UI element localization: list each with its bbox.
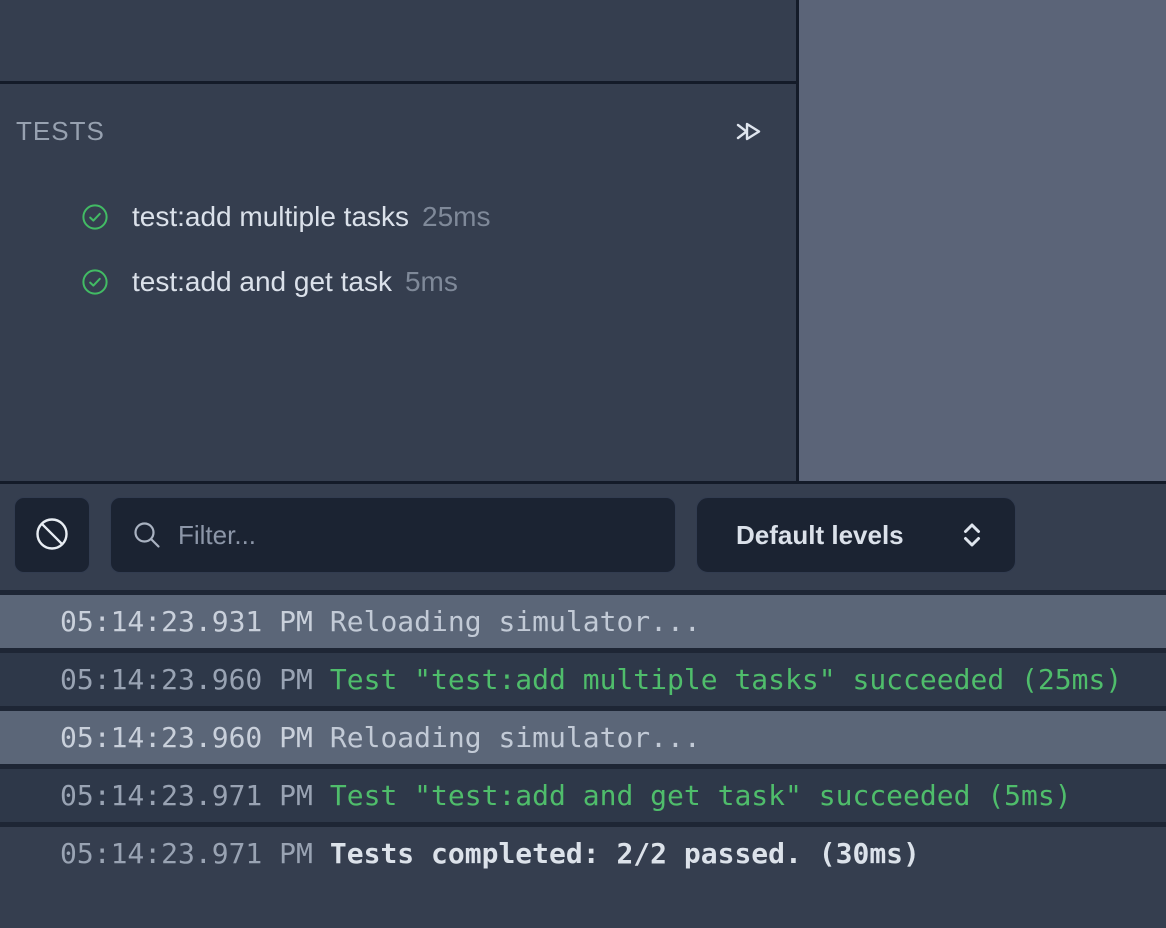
test-name: test:add and get task: [132, 266, 392, 298]
log-timestamp: 05:14:23.960 PM: [60, 663, 313, 696]
test-name: test:add multiple tasks: [132, 201, 409, 233]
log-timestamp: 05:14:23.971 PM: [60, 779, 313, 812]
left-column: TESTS: [0, 0, 799, 481]
editor-strip: [0, 0, 796, 84]
top-region: TESTS: [0, 0, 1166, 481]
test-passed-icon: [81, 268, 109, 296]
test-list: test:add multiple tasks 25ms test:add an…: [0, 184, 796, 314]
log-timestamp: 05:14:23.931 PM: [60, 605, 313, 638]
log-levels-select[interactable]: Default levels: [696, 497, 1016, 573]
right-pane: [799, 0, 1166, 481]
log-row[interactable]: 05:14:23.971 PM Test "test:add and get t…: [0, 764, 1166, 822]
log-message: Test "test:add multiple tasks" succeeded…: [330, 663, 1122, 696]
log-message: Reloading simulator...: [330, 605, 701, 638]
run-all-tests-button[interactable]: [731, 115, 766, 148]
test-passed-icon: [81, 203, 109, 231]
log-row[interactable]: 05:14:23.971 PM Tests completed: 2/2 pas…: [0, 822, 1166, 880]
clear-logs-button[interactable]: [14, 497, 90, 573]
log-message: Tests completed: 2/2 passed. (30ms): [330, 837, 920, 870]
tests-header: TESTS: [0, 84, 796, 146]
filter-field: [110, 497, 676, 573]
log-timestamp: 05:14:23.960 PM: [60, 721, 313, 754]
chevron-up-down-icon: [957, 519, 987, 551]
log-message: Reloading simulator...: [330, 721, 701, 754]
log-message: Test "test:add and get task" succeeded (…: [330, 779, 1072, 812]
filter-input[interactable]: [178, 520, 655, 551]
log-row[interactable]: 05:14:23.960 PM Test "test:add multiple …: [0, 648, 1166, 706]
run-all-icon: [733, 134, 764, 149]
log-row[interactable]: 05:14:23.931 PM Reloading simulator...: [0, 590, 1166, 648]
log-row[interactable]: 05:14:23.960 PM Reloading simulator...: [0, 706, 1166, 764]
log-levels-selected-value: Default levels: [736, 520, 957, 551]
block-icon: [34, 516, 70, 555]
console-panel: Default levels 05:14:23.931 PM Reloading…: [0, 481, 1166, 928]
log-list: 05:14:23.931 PM Reloading simulator... 0…: [0, 590, 1166, 928]
test-duration: 5ms: [405, 266, 458, 298]
app-window: TESTS: [0, 0, 1166, 928]
test-list-item[interactable]: test:add multiple tasks 25ms: [0, 184, 796, 249]
search-icon: [131, 519, 163, 551]
tests-panel: TESTS: [0, 84, 796, 481]
console-toolbar: Default levels: [0, 484, 1166, 573]
test-list-item[interactable]: test:add and get task 5ms: [0, 249, 796, 314]
test-duration: 25ms: [422, 201, 490, 233]
tests-panel-title: TESTS: [16, 116, 105, 147]
log-timestamp: 05:14:23.971 PM: [60, 837, 313, 870]
